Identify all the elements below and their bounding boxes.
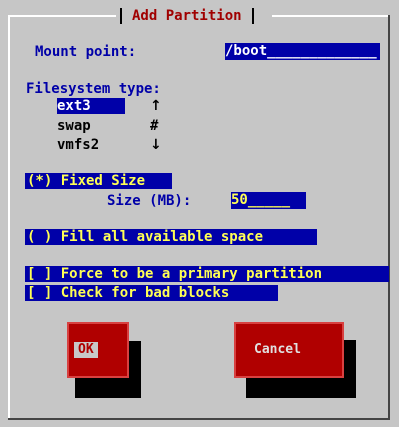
ok-button[interactable]: OK	[67, 322, 129, 378]
add-partition-dialog: Add Partition Mount point: /boot________…	[0, 0, 399, 427]
fixed-size-radio[interactable]: (*) Fixed Size	[25, 173, 172, 189]
check-bad-blocks-checkbox[interactable]: [ ] Check for bad blocks	[25, 285, 278, 301]
cancel-button[interactable]: Cancel	[234, 322, 344, 378]
title-left-tick	[120, 8, 122, 24]
dialog-title: Add Partition	[132, 8, 242, 24]
mount-point-label: Mount point:	[35, 44, 137, 60]
list-item-ext3[interactable]: ext3	[57, 98, 125, 114]
scroll-thumb[interactable]: #	[150, 118, 158, 134]
frame-top-left	[8, 15, 120, 17]
fill-all-space-radio[interactable]: ( ) Fill all available space	[25, 229, 317, 245]
list-item-swap[interactable]: swap	[57, 118, 91, 134]
size-mb-input[interactable]: 50_____	[231, 192, 306, 209]
frame-left	[8, 15, 10, 420]
force-primary-checkbox[interactable]: [ ] Force to be a primary partition	[25, 266, 389, 282]
frame-right	[388, 15, 390, 420]
scroll-up-arrow-icon[interactable]: ↑	[150, 98, 162, 114]
list-item-vmfs2[interactable]: vmfs2	[57, 137, 99, 153]
frame-top-right	[272, 15, 390, 17]
filesystem-type-label: Filesystem type:	[26, 81, 161, 97]
frame-bottom	[8, 418, 390, 420]
ok-button-label[interactable]: OK	[74, 342, 98, 358]
cancel-button-label[interactable]: Cancel	[254, 342, 301, 358]
scroll-down-arrow-icon[interactable]: ↓	[150, 137, 162, 153]
dialog-title-bar: Add Partition	[116, 7, 258, 25]
mount-point-input[interactable]: /boot_____________	[225, 43, 380, 60]
title-right-tick	[251, 8, 254, 24]
size-mb-label: Size (MB):	[107, 193, 192, 209]
